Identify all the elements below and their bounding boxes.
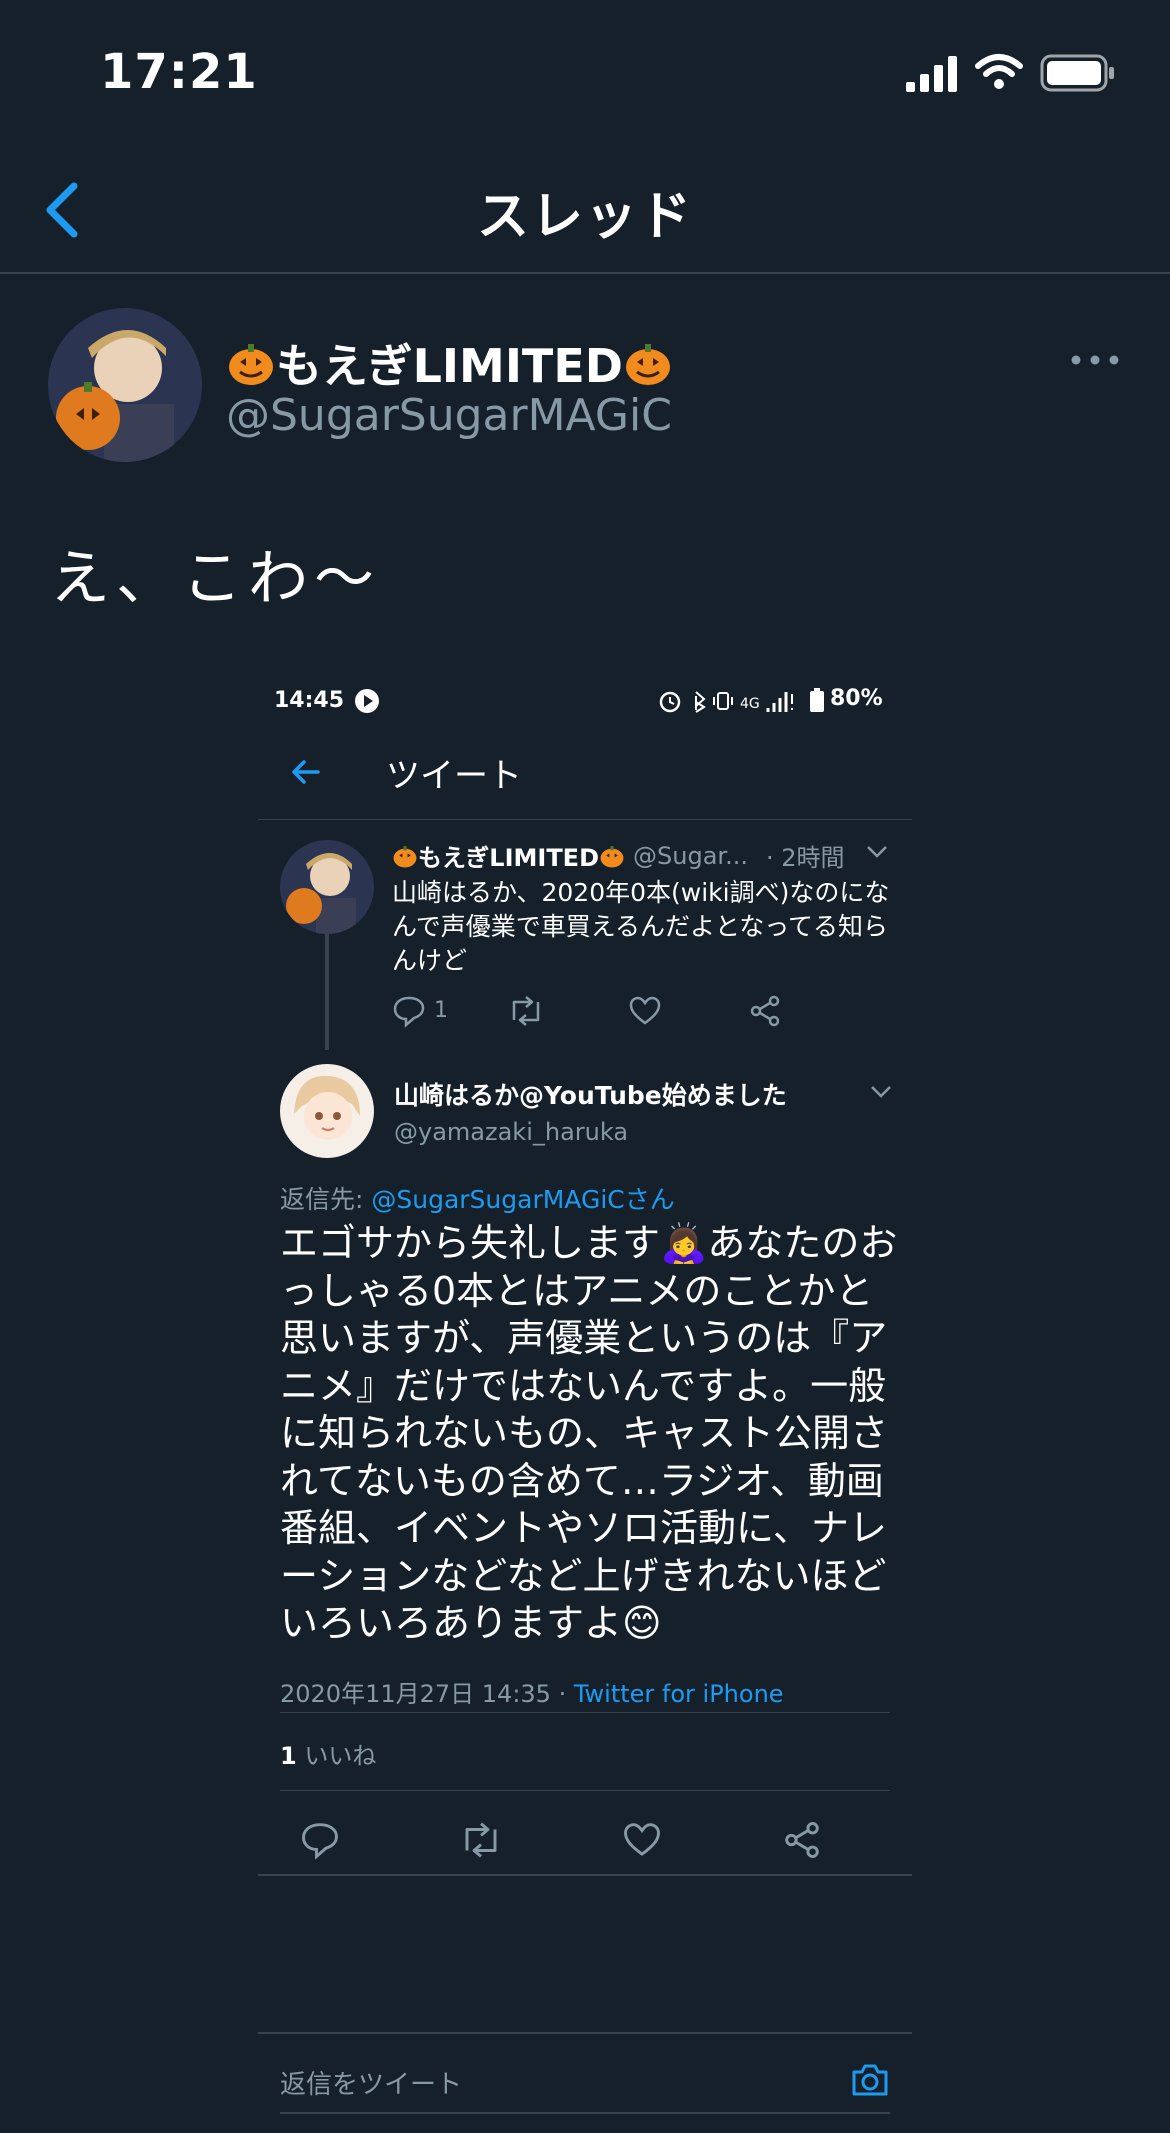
chevron-down-icon xyxy=(871,1086,891,1098)
reply-input[interactable]: 返信をツイート xyxy=(280,2064,462,2101)
reply-tweet-text: エゴサから失礼します🙇‍♀️あなたのおっしゃる0本とはアニメのことかと思いますが… xyxy=(280,1221,898,1645)
like-stats: 1 いいね xyxy=(280,1736,376,1771)
author-display-name[interactable]: もえぎLIMITED xyxy=(226,330,673,396)
like-count: 1 xyxy=(280,1742,297,1770)
status-time: 17:21 xyxy=(100,44,258,100)
parent-avatar xyxy=(280,840,374,934)
replying-to-label: 返信先: xyxy=(280,1185,372,1214)
parent-tweet-text: 山崎はるか、2020年0本(wiki調べ)なのになんで声優業で車買えるんだよとな… xyxy=(392,878,890,975)
page-title: スレッド xyxy=(476,187,693,247)
reply-icon xyxy=(393,996,425,1028)
more-options-icon[interactable] xyxy=(1070,350,1120,370)
reply-author-handle: @yamazaki_haruka xyxy=(394,1118,629,1146)
play-icon xyxy=(355,689,379,713)
nav-bar: スレッド xyxy=(0,150,1170,274)
reply-timestamp: 2020年11月27日 14:35 · Twitter for iPhone xyxy=(280,1674,784,1709)
reply-author-name: 山崎はるか@YouTube始めました xyxy=(394,1081,787,1110)
parent-action-bar: 1 xyxy=(392,994,852,1034)
parent-name-text: もえぎLIMITED xyxy=(418,844,600,872)
cellular-signal-icon xyxy=(906,56,957,92)
parent-tweet-header: もえぎLIMITED @Sugar... · 2時間 xyxy=(392,838,844,873)
reply-count: 1 xyxy=(434,998,448,1023)
reply-source: Twitter for iPhone xyxy=(573,1680,784,1708)
embedded-page-title: ツイート xyxy=(386,756,522,796)
battery-icon xyxy=(1040,54,1114,92)
like-label: いいね xyxy=(296,1742,377,1770)
author-name-text: もえぎLIMITED xyxy=(276,339,623,393)
pumpkin-emoji-icon xyxy=(600,845,624,867)
pumpkin-emoji-icon xyxy=(625,344,670,385)
parent-display-name: もえぎLIMITED xyxy=(392,838,625,873)
android-status-icons: 4G xyxy=(659,691,793,713)
divider xyxy=(258,1874,912,1876)
reply-action-bar xyxy=(258,1810,912,1870)
embedded-status-bar: 14:45 4G 80% xyxy=(258,672,912,728)
heart-icon xyxy=(624,1823,660,1856)
tweet-text: え、こわ〜 xyxy=(50,544,380,614)
arrow-left-icon xyxy=(292,760,320,784)
divider xyxy=(280,1790,890,1791)
battery-percent: 80% xyxy=(830,686,883,711)
author-handle[interactable]: @SugarSugarMAGiC xyxy=(226,390,672,441)
replying-to: 返信先: @SugarSugarMAGiCさん xyxy=(280,1180,675,1216)
embedded-nav-bar: ツイート xyxy=(258,728,912,820)
divider xyxy=(280,1712,890,1713)
android-battery-icon xyxy=(810,688,824,712)
chevron-down-icon xyxy=(867,846,887,858)
author-avatar[interactable] xyxy=(48,308,202,462)
share-icon xyxy=(785,1822,819,1858)
parent-time: · 2時間 xyxy=(765,844,845,872)
parent-handle: @Sugar... xyxy=(633,841,748,870)
reply-icon xyxy=(302,1823,338,1860)
wifi-icon xyxy=(975,54,1023,89)
reply-datetime: 2020年11月27日 14:35 · xyxy=(280,1680,574,1708)
reply-composer: 返信をツイート xyxy=(258,2032,912,2133)
tweet-attached-image[interactable]: 14:45 4G 80% ツイート もえぎLIMITED @Sugar... ·… xyxy=(258,672,912,1882)
share-icon xyxy=(750,995,780,1027)
retweet-icon xyxy=(512,996,540,1026)
embedded-status-time: 14:45 xyxy=(274,688,345,713)
reply-input-underline xyxy=(280,2112,890,2114)
replying-to-mention: @SugarSugarMAGiCさん xyxy=(371,1185,675,1214)
camera-icon[interactable] xyxy=(850,2062,890,2098)
retweet-icon xyxy=(465,1822,497,1858)
heart-icon xyxy=(629,996,661,1025)
reply-author-avatar xyxy=(280,1064,374,1158)
network-type-text: 4G xyxy=(740,696,760,712)
thread-connector-line xyxy=(325,934,329,1050)
status-bar: 17:21 xyxy=(0,0,1170,150)
pumpkin-emoji-icon xyxy=(229,344,273,385)
pumpkin-emoji-icon xyxy=(393,845,417,867)
